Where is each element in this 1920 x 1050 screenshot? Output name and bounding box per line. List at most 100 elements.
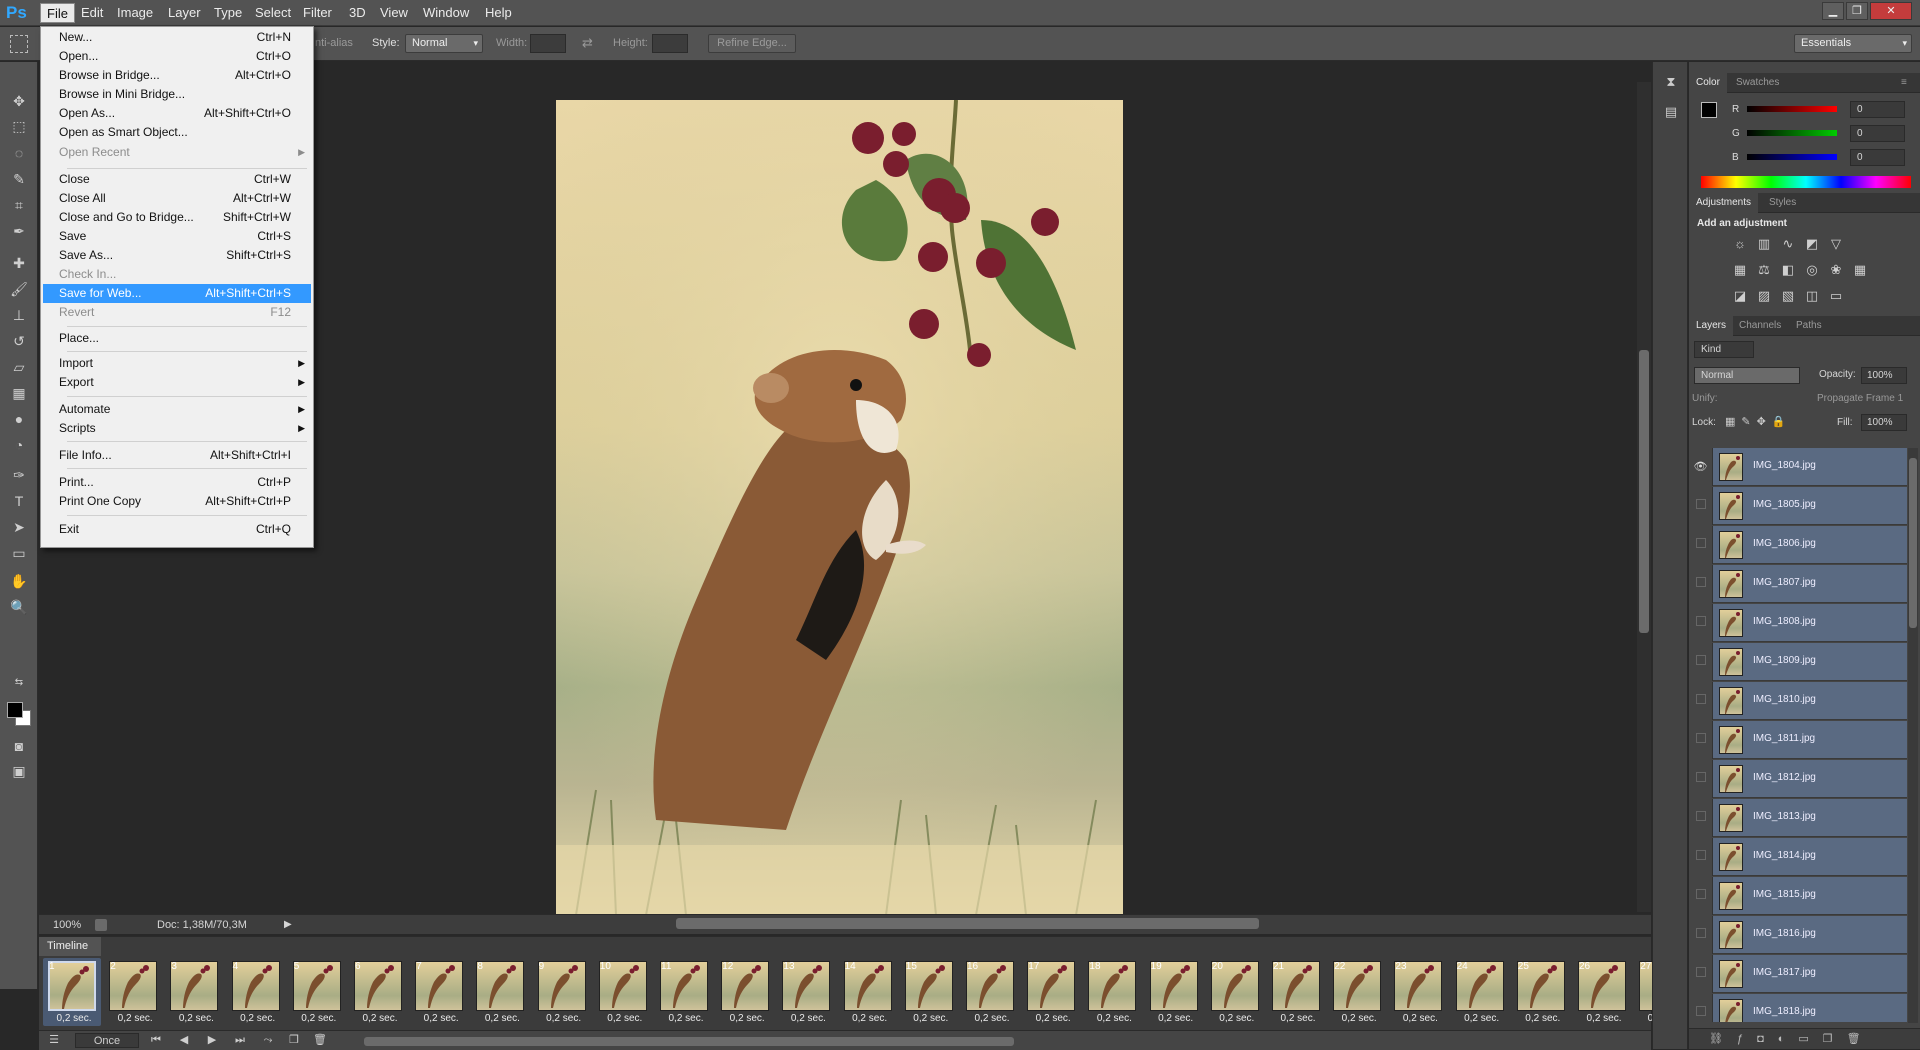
layer-visibility[interactable] (1689, 877, 1713, 915)
timeline-frame[interactable]: 10 0,2 sec. (594, 958, 652, 1026)
frame-duration-select[interactable]: 0,2 sec. (1211, 1013, 1263, 1025)
layer-row[interactable]: IMG_1806.jpg (1689, 526, 1907, 564)
timeline-frame[interactable]: 26 0,2 sec. (1573, 958, 1631, 1026)
timeline-frame[interactable]: 16 0,2 sec. (961, 958, 1019, 1026)
propagate-frame-checkbox[interactable]: Propagate Frame 1 (1817, 393, 1903, 404)
timeline-frame[interactable]: 25 0,2 sec. (1512, 958, 1570, 1026)
color-balance-adjustment-icon[interactable]: ⚖ (1755, 262, 1773, 278)
frame-duration-select[interactable]: 0,2 sec. (476, 1013, 528, 1025)
panel-menu-icon[interactable]: ≡ (1894, 73, 1914, 93)
file-menu-item-browse-in-mini-bridge[interactable]: Browse in Mini Bridge... (43, 85, 311, 104)
opacity-input[interactable]: 100% (1861, 367, 1907, 384)
black-white-adjustment-icon[interactable]: ◧ (1779, 262, 1797, 278)
timeline-frame[interactable]: 6 0,2 sec. (349, 958, 407, 1026)
file-menu-item-close-and-go-to-bridge[interactable]: Close and Go to Bridge... Shift+Ctrl+W (43, 208, 311, 227)
layer-visibility[interactable] (1689, 955, 1713, 993)
file-menu-item-save-as[interactable]: Save As... Shift+Ctrl+S (43, 246, 311, 265)
visibility-toggle[interactable] (1695, 772, 1706, 782)
frame-duration-select[interactable]: 0,2 sec. (721, 1013, 773, 1025)
timeline-frame[interactable]: 7 0,2 sec. (410, 958, 468, 1026)
timeline-frame[interactable]: 12 0,2 sec. (716, 958, 774, 1026)
file-menu-item-new[interactable]: New... Ctrl+N (43, 28, 311, 47)
layer-visibility[interactable]: 👁 (1689, 448, 1713, 486)
frame-duration-select[interactable]: 0,2 sec. (599, 1013, 651, 1025)
brush-tool-icon[interactable]: 🖌 (8, 278, 30, 300)
dodge-tool-icon[interactable]: ◔ (8, 434, 30, 456)
blue-value[interactable]: 0 (1850, 149, 1905, 166)
frame-thumbnail[interactable] (170, 961, 219, 1011)
exposure-adjustment-icon[interactable]: ◩ (1803, 236, 1821, 252)
frame-duration-select[interactable]: 0,2 sec. (782, 1013, 834, 1025)
frame-duration-select[interactable]: 0,2 sec. (48, 1013, 100, 1025)
layer-visibility[interactable] (1689, 565, 1713, 603)
delete-frame-icon[interactable]: 🗑 (311, 1033, 329, 1048)
eyedropper-tool-icon[interactable]: ✒ (8, 220, 30, 242)
gradient-map-adjustment-icon[interactable]: ▭ (1827, 288, 1845, 304)
stamp-tool-icon[interactable]: ⊥ (8, 304, 30, 326)
file-menu-item-file-info[interactable]: File Info... Alt+Shift+Ctrl+I (43, 446, 311, 465)
height-input[interactable] (652, 34, 688, 53)
visibility-toggle[interactable] (1695, 928, 1706, 938)
file-menu-item-place[interactable]: Place... (43, 329, 311, 348)
quick-select-tool-icon[interactable]: ✎ (8, 168, 30, 190)
frame-duration-select[interactable]: 0,2 sec. (1150, 1013, 1202, 1025)
timeline-scrollbar-thumb[interactable] (364, 1037, 1014, 1046)
layers-scrollbar[interactable] (1908, 448, 1918, 1023)
menu-edit[interactable]: Edit (75, 3, 109, 23)
visibility-toggle[interactable] (1695, 694, 1706, 704)
file-menu-item-save[interactable]: Save Ctrl+S (43, 227, 311, 246)
frame-thumbnail[interactable] (48, 961, 96, 1011)
layer-visibility[interactable] (1689, 916, 1713, 954)
file-menu-item-close[interactable]: Close Ctrl+W (43, 170, 311, 189)
layer-visibility[interactable] (1689, 643, 1713, 681)
tab-styles[interactable]: Styles (1762, 193, 1803, 213)
frame-duration-select[interactable]: 0,2 sec. (1333, 1013, 1385, 1025)
duplicate-frame-icon[interactable]: ❐ (285, 1033, 303, 1048)
file-menu-item-open-as-smart-object[interactable]: Open as Smart Object... (43, 123, 311, 142)
tab-layers[interactable]: Layers (1689, 316, 1734, 336)
file-menu-item-open[interactable]: Open... Ctrl+O (43, 47, 311, 66)
file-menu-item-print[interactable]: Print... Ctrl+P (43, 473, 311, 492)
frame-thumbnail[interactable] (415, 961, 464, 1011)
timeline-frame[interactable]: 18 0,2 sec. (1083, 958, 1141, 1026)
timeline-frame[interactable]: 13 0,2 sec. (777, 958, 835, 1026)
quick-mask-icon[interactable]: ◙ (8, 735, 30, 757)
timeline-frame[interactable]: 2 0,2 sec. (104, 958, 162, 1026)
menu-type[interactable]: Type (208, 3, 248, 23)
visibility-toggle[interactable] (1695, 577, 1706, 587)
timeline-frame[interactable]: 21 0,2 sec. (1267, 958, 1325, 1026)
visibility-toggle[interactable] (1695, 616, 1706, 626)
layer-row[interactable]: IMG_1815.jpg (1689, 877, 1907, 915)
tab-color[interactable]: Color (1689, 73, 1727, 93)
visibility-toggle[interactable] (1695, 499, 1706, 509)
threshold-adjustment-icon[interactable]: ▧ (1779, 288, 1797, 304)
history-brush-tool-icon[interactable]: ↺ (8, 330, 30, 352)
layer-visibility[interactable] (1689, 682, 1713, 720)
layer-row[interactable]: 👁 IMG_1804.jpg (1689, 448, 1907, 486)
frame-duration-select[interactable]: 0,2 sec. (1272, 1013, 1324, 1025)
properties-panel-icon[interactable]: ▤ (1662, 104, 1680, 122)
frame-thumbnail[interactable] (476, 961, 525, 1011)
timeline-frame[interactable]: 24 0,2 sec. (1451, 958, 1509, 1026)
frame-duration-select[interactable]: 0,2 sec. (538, 1013, 590, 1025)
file-menu-item-open-as[interactable]: Open As... Alt+Shift+Ctrl+O (43, 104, 311, 123)
timeline-frame[interactable]: 23 0,2 sec. (1389, 958, 1447, 1026)
loop-select[interactable]: Once (75, 1033, 139, 1048)
workspace-select[interactable]: Essentials (1794, 34, 1912, 53)
red-slider-track[interactable] (1747, 106, 1837, 112)
zoom-level[interactable]: 100% (53, 915, 81, 935)
brightness-adjustment-icon[interactable]: ☼ (1731, 236, 1749, 252)
frame-duration-select[interactable]: 0,2 sec. (293, 1013, 345, 1025)
frame-duration-select[interactable]: 0,2 sec. (354, 1013, 406, 1025)
restore-icon[interactable]: ❐ (1846, 2, 1868, 20)
menu-layer[interactable]: Layer (162, 3, 207, 23)
frame-duration-select[interactable]: 0,2 sec. (232, 1013, 284, 1025)
visibility-toggle[interactable] (1695, 811, 1706, 821)
frame-thumbnail[interactable] (537, 961, 586, 1011)
frame-duration-select[interactable]: 0,2 sec. (966, 1013, 1018, 1025)
timeline-menu-icon[interactable]: ☰ (47, 1033, 61, 1048)
zoom-tool-icon[interactable]: 🔍 (8, 596, 30, 618)
frame-duration-select[interactable]: 0,2 sec. (109, 1013, 161, 1025)
previous-frame-icon[interactable]: ◀ (175, 1033, 193, 1048)
frame-duration-select[interactable]: 0,2 sec. (1517, 1013, 1569, 1025)
